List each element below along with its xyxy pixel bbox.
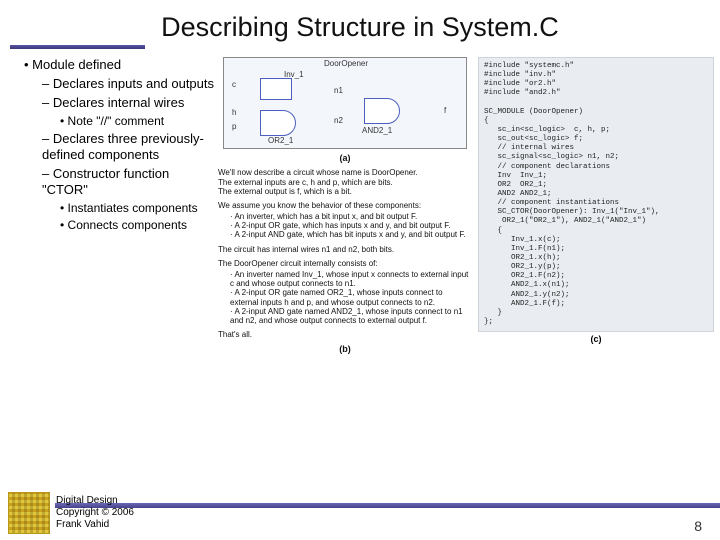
slide-title: Describing Structure in System.C xyxy=(0,0,720,45)
desc-p4c: A 2-input AND gate named AND2_1, whose i… xyxy=(230,307,472,325)
page-number: 8 xyxy=(694,518,702,534)
bullet-l3b: Instantiates components xyxy=(60,201,218,216)
desc-p4-lead: The DoorOpener circuit internally consis… xyxy=(218,259,378,268)
right-column: DoorOpener Inv_1 c h p OR2_1 n1 n2 AND2_… xyxy=(218,57,714,355)
desc-p4a: An inverter named Inv_1, whose input x c… xyxy=(230,270,472,288)
desc-p2c: A 2-input AND gate, which has bit inputs… xyxy=(230,230,472,239)
desc-p5: That's all. xyxy=(218,330,472,339)
dia-n1: n1 xyxy=(334,86,343,95)
footer-line1: Digital Design xyxy=(56,495,118,506)
footer-text: Digital Design Copyright © 2006 Frank Va… xyxy=(56,495,134,531)
desc-p4: The DoorOpener circuit internally consis… xyxy=(218,259,472,325)
desc-p2: We assume you know the behavior of these… xyxy=(218,201,472,240)
bullet-l3c: Connects components xyxy=(60,218,218,233)
desc-p1a: The external inputs are c, h and p, whic… xyxy=(218,178,393,187)
desc-p3: The circuit has internal wires n1 and n2… xyxy=(218,245,472,254)
gate-and xyxy=(364,98,400,124)
bullet-l2b: Declares internal wires xyxy=(42,95,218,111)
code-block: #include "systemc.h" #include "inv.h" #i… xyxy=(478,57,714,332)
dia-p: p xyxy=(232,122,236,131)
bullet-l1: Module defined xyxy=(24,57,218,73)
bullet-l3a: Note "//" comment xyxy=(60,114,218,129)
middle-column: DoorOpener Inv_1 c h p OR2_1 n1 n2 AND2_… xyxy=(218,57,478,355)
desc-p2b: A 2-input OR gate, which has inputs x an… xyxy=(230,221,472,230)
footer: Digital Design Copyright © 2006 Frank Va… xyxy=(0,492,720,536)
gate-inv xyxy=(260,78,292,100)
caption-a: (a) xyxy=(218,153,472,163)
dia-f: f xyxy=(444,106,446,115)
footer-line2: Copyright © 2006 xyxy=(56,507,134,518)
desc-p1-line: We'll now describe a circuit whose name … xyxy=(218,168,418,177)
desc-p2-lead: We assume you know the behavior of these… xyxy=(218,201,421,210)
dia-and-label: AND2_1 xyxy=(362,126,392,135)
bullet-l2c: Declares three previously-defined compon… xyxy=(42,131,218,163)
dia-c: c xyxy=(232,80,236,89)
gate-or xyxy=(260,110,296,136)
footer-line3: Frank Vahid xyxy=(56,519,109,530)
dia-h: h xyxy=(232,108,236,117)
code-column: #include "systemc.h" #include "inv.h" #i… xyxy=(478,57,714,355)
logo-icon xyxy=(8,492,50,534)
bullet-l2d: Constructor function "CTOR" xyxy=(42,166,218,198)
dia-title: DoorOpener xyxy=(324,59,368,68)
caption-b: (b) xyxy=(218,344,472,354)
circuit-diagram: DoorOpener Inv_1 c h p OR2_1 n1 n2 AND2_… xyxy=(223,57,467,149)
caption-c: (c) xyxy=(478,334,714,344)
desc-p1: We'll now describe a circuit whose name … xyxy=(218,168,472,196)
dia-n2: n2 xyxy=(334,116,343,125)
bullet-l2a: Declares inputs and outputs xyxy=(42,76,218,92)
dia-or-label: OR2_1 xyxy=(268,136,293,145)
content-row: Module defined Declares inputs and outpu… xyxy=(0,49,720,355)
desc-p2a: An inverter, which has a bit input x, an… xyxy=(230,212,472,221)
desc-p1b: The external output is f, which is a bit… xyxy=(218,187,352,196)
desc-p4b: A 2-input OR gate named OR2_1, whose inp… xyxy=(230,288,472,306)
bullet-outline: Module defined Declares inputs and outpu… xyxy=(6,57,218,355)
